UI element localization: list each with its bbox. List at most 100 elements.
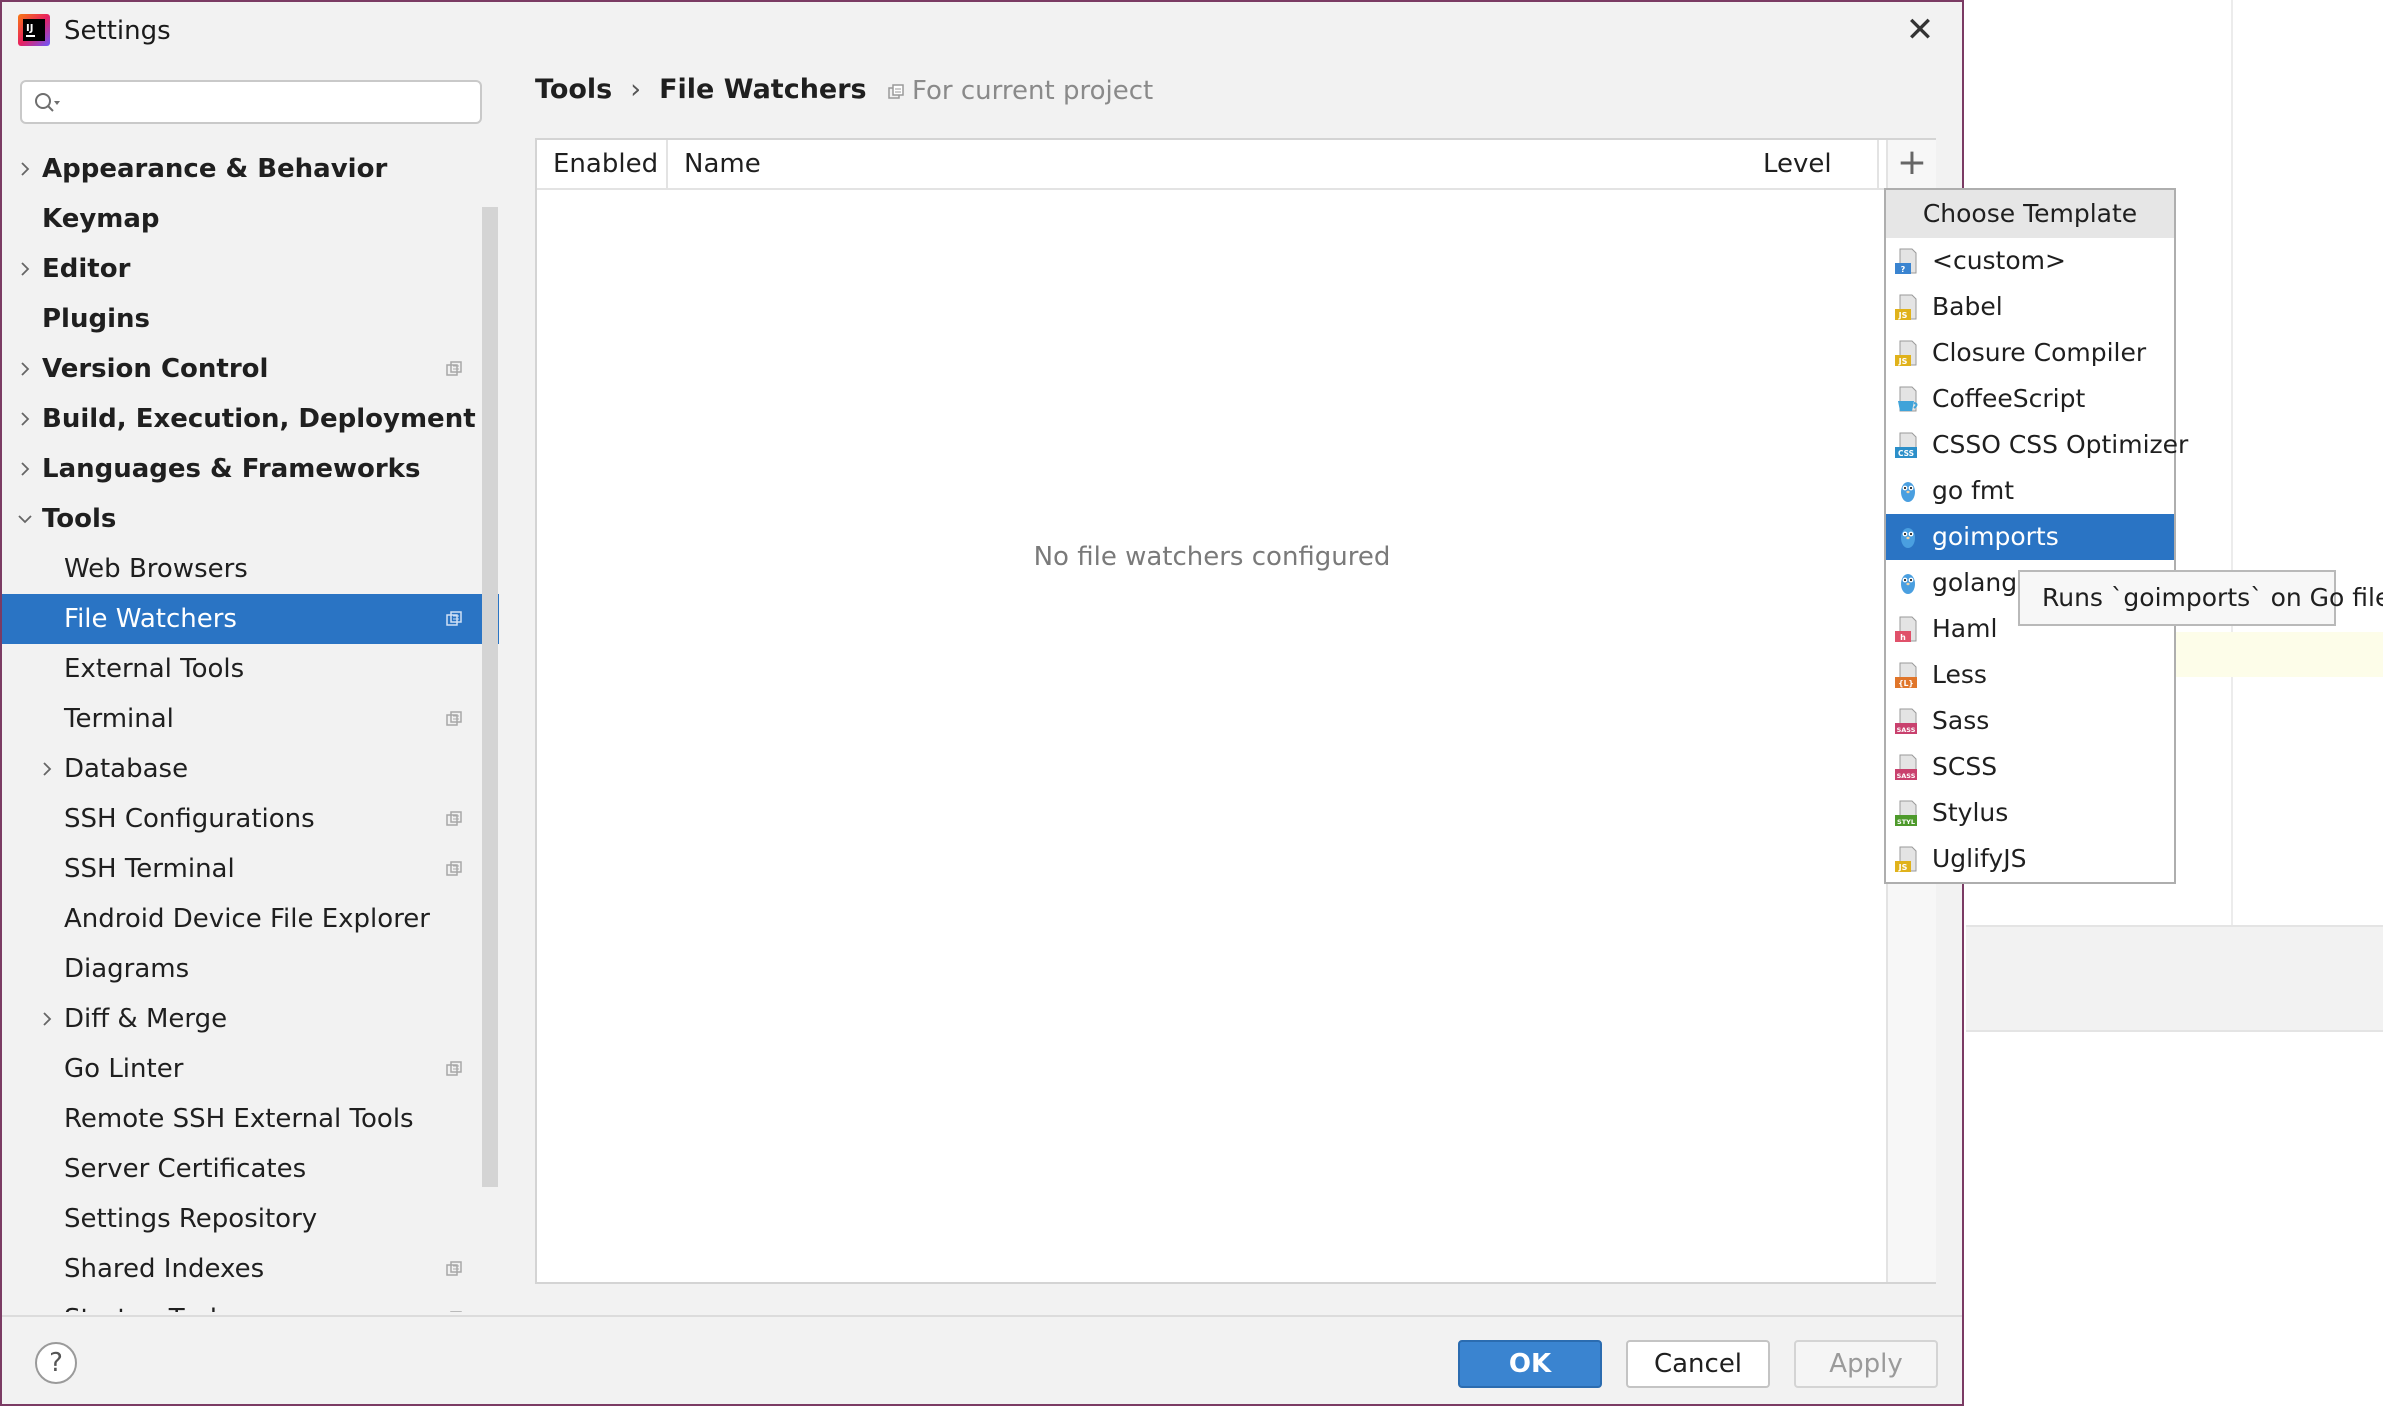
template-item-label: Sass — [1932, 706, 1990, 735]
apply-button[interactable]: Apply — [1794, 1340, 1938, 1388]
chevron-right-icon[interactable] — [14, 144, 36, 194]
sidebar-item-label: Plugins — [42, 304, 150, 334]
breadcrumb-parent[interactable]: Tools — [535, 74, 612, 105]
chevron-down-icon[interactable] — [14, 494, 36, 544]
sidebar-item-database[interactable]: Database — [2, 744, 499, 794]
column-header-name[interactable]: Name — [668, 140, 1879, 188]
gopher-icon — [1901, 528, 1915, 548]
sidebar-item-label: Remote SSH External Tools — [64, 1104, 414, 1134]
template-item-uglifyjs[interactable]: JS UglifyJS — [1886, 836, 2174, 882]
sidebar-item-version-control[interactable]: Version Control — [2, 344, 499, 394]
sidebar-item-diff-merge[interactable]: Diff & Merge — [2, 994, 499, 1044]
sidebar-item-file-watchers[interactable]: File Watchers — [2, 594, 499, 644]
project-scope-icon — [446, 361, 462, 376]
project-scope-icon — [446, 611, 462, 626]
sidebar-item-label: Appearance & Behavior — [42, 154, 388, 184]
template-item-closure-compiler[interactable]: JS Closure Compiler — [1886, 330, 2174, 376]
custom-file-icon: ? — [1895, 248, 1917, 274]
search-icon — [35, 93, 60, 112]
add-watcher-button[interactable]: + — [1888, 140, 1936, 188]
sidebar-item-go-linter[interactable]: Go Linter — [2, 1044, 499, 1094]
sidebar-item-editor[interactable]: Editor — [2, 244, 499, 294]
svg-text:{L}: {L} — [1898, 679, 1913, 688]
chevron-right-icon[interactable] — [14, 344, 36, 394]
sidebar-item-terminal[interactable]: Terminal — [2, 694, 499, 744]
column-header-enabled[interactable]: Enabled — [537, 140, 668, 188]
chevron-right-icon[interactable] — [14, 444, 36, 494]
template-item-label: Haml — [1932, 614, 1998, 643]
breadcrumb-separator: › — [630, 74, 642, 105]
sidebar-item-label: Terminal — [64, 704, 174, 734]
template-item-sass[interactable]: SASS Sass — [1886, 698, 2174, 744]
sidebar-item-label: Version Control — [42, 354, 269, 384]
sidebar-item-label: Editor — [42, 254, 131, 284]
sidebar-item-remote-ssh-external-tools[interactable]: Remote SSH External Tools — [2, 1094, 499, 1144]
svg-text:JS: JS — [1898, 357, 1908, 366]
svg-text:IJ: IJ — [26, 23, 33, 34]
title-bar: IJ Settings ✕ — [2, 2, 1962, 62]
sidebar-item-external-tools[interactable]: External Tools — [2, 644, 499, 694]
gopher-icon — [1901, 482, 1915, 502]
settings-dialog: IJ Settings ✕ Appearance & Behavior Keyma… — [0, 0, 1964, 1406]
empty-table-message: No file watchers configured — [1033, 542, 1391, 572]
gopher-icon — [1901, 574, 1915, 594]
project-scope-icon — [446, 711, 462, 726]
sidebar-item-label: Languages & Frameworks — [42, 454, 421, 484]
project-scope-icon — [446, 811, 462, 826]
template-item-label: goimports — [1932, 522, 2059, 551]
chevron-right-icon[interactable] — [14, 244, 36, 294]
sidebar-item-languages-frameworks[interactable]: Languages & Frameworks — [2, 444, 499, 494]
chevron-right-icon[interactable] — [14, 394, 36, 444]
template-item-label: CSSO CSS Optimizer — [1932, 430, 2189, 459]
sidebar-item-ssh-terminal[interactable]: SSH Terminal — [2, 844, 499, 894]
sidebar-item-ssh-configurations[interactable]: SSH Configurations — [2, 794, 499, 844]
sidebar-item-shared-indexes[interactable]: Shared Indexes — [2, 1244, 499, 1294]
help-button[interactable]: ? — [35, 1342, 77, 1384]
sidebar-scrollbar[interactable] — [482, 207, 498, 1187]
settings-search-input[interactable] — [20, 80, 482, 124]
template-item-goimports[interactable]: goimports — [1886, 514, 2174, 560]
project-scope-icon — [888, 84, 904, 99]
sidebar-item-label: SSH Terminal — [64, 854, 235, 884]
sidebar-item-label: Tools — [42, 504, 117, 534]
settings-tree: Appearance & Behavior Keymap Editor Plugins… — [2, 144, 499, 1312]
sidebar-item-web-browsers[interactable]: Web Browsers — [2, 544, 499, 594]
column-header-level[interactable]: Level — [1747, 140, 1887, 188]
sidebar-item-appearance-behavior[interactable]: Appearance & Behavior — [2, 144, 499, 194]
template-list: ? <custom> JS Babel JS Closure Compiler Coffee… — [1886, 238, 2188, 882]
svg-text:JS: JS — [1898, 863, 1908, 872]
js-file-icon: JS — [1895, 846, 1917, 872]
template-item-csso-css-optimizer[interactable]: CSS CSSO CSS Optimizer — [1886, 422, 2188, 468]
project-scope-label: For current project — [888, 76, 1153, 106]
sidebar-item-server-certificates[interactable]: Server Certificates — [2, 1144, 499, 1194]
less-file-icon: {L} — [1895, 662, 1917, 688]
chevron-right-icon[interactable] — [36, 994, 58, 1044]
template-item-stylus[interactable]: STYL Stylus — [1886, 790, 2174, 836]
template-item-custom[interactable]: ? <custom> — [1886, 238, 2174, 284]
sass-file-icon: SASS — [1895, 708, 1917, 734]
sidebar-item-keymap[interactable]: Keymap — [2, 194, 499, 244]
sidebar-item-startup-tasks[interactable]: Startup Tasks — [2, 1294, 499, 1312]
ok-button[interactable]: OK — [1458, 1340, 1602, 1388]
svg-text:SASS: SASS — [1897, 726, 1916, 734]
svg-text:JS: JS — [1898, 311, 1908, 320]
sidebar-item-tools[interactable]: Tools — [2, 494, 499, 544]
sidebar-item-build-execution-deployment[interactable]: Build, Execution, Deployment — [2, 394, 499, 444]
template-item-go-fmt[interactable]: go fmt — [1886, 468, 2174, 514]
template-item-coffeescript[interactable]: CoffeeScript — [1886, 376, 2174, 422]
popup-title: Choose Template — [1886, 190, 2174, 238]
breadcrumb: Tools › File Watchers — [535, 74, 867, 105]
js-file-icon: JS — [1895, 340, 1917, 366]
template-item-less[interactable]: {L} Less — [1886, 652, 2174, 698]
chevron-right-icon[interactable] — [36, 744, 58, 794]
cancel-button[interactable]: Cancel — [1626, 1340, 1770, 1388]
close-icon[interactable]: ✕ — [1900, 10, 1940, 50]
sidebar-item-android-device-file-explorer[interactable]: Android Device File Explorer — [2, 894, 499, 944]
sidebar-item-diagrams[interactable]: Diagrams — [2, 944, 499, 994]
template-item-scss[interactable]: SASS SCSS — [1886, 744, 2174, 790]
template-item-label: Stylus — [1932, 798, 2009, 827]
sidebar-item-settings-repository[interactable]: Settings Repository — [2, 1194, 499, 1244]
template-item-babel[interactable]: JS Babel — [1886, 284, 2174, 330]
choose-template-popup: Choose Template ? <custom> JS Babel JS Closur… — [1884, 188, 2188, 884]
sidebar-item-plugins[interactable]: Plugins — [2, 294, 499, 344]
